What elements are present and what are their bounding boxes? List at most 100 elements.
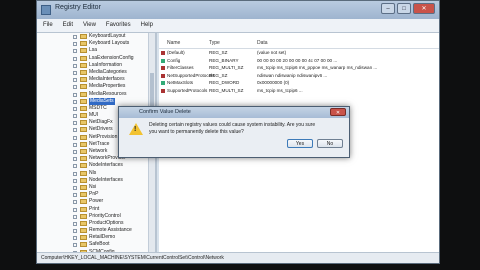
string-value-icon [161,73,165,78]
tree-item[interactable]: LsaExtensionConfig [37,55,155,62]
tree-item-label: Power [89,198,104,205]
tree-item[interactable]: LsaInformation [37,62,155,69]
tree-item[interactable]: Remote Assistance [37,227,155,234]
expand-icon[interactable] [73,128,77,133]
dialog-title: Confirm Value Delete [139,109,191,115]
tree-item[interactable]: MediaSets [37,97,155,105]
tree-item[interactable]: MediaCategories [37,69,155,76]
expand-icon[interactable] [73,121,77,126]
tree-item[interactable]: Keyboard Layouts [37,40,155,47]
value-row[interactable]: FilterClasses REG_MULTI_SZ ms_tcpip ms_tcp… [159,64,439,72]
expand-icon[interactable] [73,178,77,183]
dialog-close-button[interactable]: ✕ [330,108,346,116]
close-button[interactable]: ✕ [413,3,435,14]
tree-item[interactable]: Nls [37,170,155,177]
binary-value-icon [161,58,165,63]
menu-help[interactable]: Help [141,19,153,32]
value-row[interactable]: NetMaxSlots REG_DWORD 0x00000000 (0) [159,79,439,87]
menu-file[interactable]: File [43,19,53,32]
tree-item[interactable]: MediaResources [37,91,155,98]
expand-icon[interactable] [73,150,77,154]
expand-icon[interactable] [73,114,77,119]
value-type: REG_SZ [209,50,228,55]
expand-icon[interactable] [73,92,77,97]
value-row[interactable]: (Default) REG_SZ (value not set) [159,49,439,57]
column-name-header[interactable]: Name [167,39,180,48]
expand-icon[interactable] [73,56,77,61]
expand-icon[interactable] [73,229,77,234]
menu-edit[interactable]: Edit [63,19,73,32]
tree-item[interactable]: MediaProperties [37,83,155,90]
tree-item[interactable]: PriorityControl [37,213,155,220]
expand-icon[interactable] [73,185,77,190]
tree-item[interactable]: KeyboardLayout [37,33,155,40]
tree-item[interactable]: Lsa [37,47,155,54]
expand-icon[interactable] [73,171,77,176]
tree-item[interactable]: Nsi [37,184,155,191]
expand-icon[interactable] [73,243,77,248]
expand-icon[interactable] [73,106,77,111]
tree-item[interactable]: ProductOptions [37,220,155,227]
expand-icon[interactable] [73,63,77,68]
tree-item-label: RetailDemo [89,234,116,241]
expand-icon[interactable] [73,85,77,90]
expand-icon[interactable] [73,164,77,169]
expand-icon[interactable] [73,236,77,241]
string-value-icon [161,88,165,93]
maximize-button[interactable]: □ [397,3,411,14]
tree-item[interactable]: NodeInterfaces [37,177,155,184]
expand-icon[interactable] [73,214,77,219]
title-bar[interactable]: Registry Editor – □ ✕ [37,1,439,19]
tree-item-label: NetDiagFx [89,119,113,126]
tree-item[interactable]: Power [37,198,155,205]
expand-icon[interactable] [73,207,77,212]
expand-icon[interactable] [73,135,77,140]
expand-icon[interactable] [73,221,77,226]
tree-item[interactable]: RetailDemo [37,234,155,241]
warning-exclamation-icon: ! [134,126,137,133]
expand-icon[interactable] [73,142,77,147]
minimize-button[interactable]: – [381,3,395,14]
value-type: REG_BINARY [209,57,239,63]
folder-icon [80,105,87,111]
string-value-icon [161,51,165,55]
tree-item-label: ProductOptions [89,219,124,226]
menu-favorites[interactable]: Favorites [106,19,131,32]
value-row[interactable]: NetSupportedProtocols REG_SZ ndiswan ndisw… [159,72,439,80]
expand-icon[interactable] [73,99,77,104]
value-name: (Default) [167,50,185,55]
folder-icon [80,84,87,90]
tree-item[interactable]: NodeInterfaces [37,162,155,169]
tree-item[interactable]: PnP [37,191,155,198]
expand-icon[interactable] [73,78,77,83]
expand-icon[interactable] [73,49,77,54]
value-row[interactable]: Config REG_BINARY 00 00 00 00 20 00 00 00 … [159,57,439,65]
tree-item-label: MUI [89,112,99,119]
tree-item-label: LsaExtensionConfig [89,54,134,61]
yes-button[interactable]: Yes [287,139,313,148]
tree-item-label: SafeBoot [89,241,110,248]
folder-icon [80,127,87,133]
column-data-header[interactable]: Data [257,39,439,48]
expand-icon[interactable] [73,193,77,198]
tree-item[interactable]: SafeBoot [37,241,155,248]
tree-item-label: MSDTC [89,104,107,111]
menu-view[interactable]: View [83,19,96,32]
value-data: ms_tcpip ms_tcpip6 ... [257,87,303,93]
folder-icon [80,206,87,212]
value-name: Config [167,57,181,63]
expand-icon[interactable] [73,70,77,75]
tree-item-label: Keyboard Layouts [89,40,130,47]
folder-icon [80,141,87,147]
expand-icon[interactable] [73,200,77,205]
folder-icon [80,62,87,68]
column-type-header[interactable]: Type [209,39,220,48]
no-button[interactable]: No [317,139,343,148]
expand-icon[interactable] [73,42,77,47]
expand-icon[interactable] [73,35,77,39]
value-row[interactable]: SupportedProtocols REG_MULTI_SZ ms_tcpip m… [159,87,439,95]
tree-item[interactable]: Print [37,206,155,213]
dialog-title-bar[interactable]: Confirm Value Delete ✕ [119,107,349,118]
expand-icon[interactable] [73,157,77,162]
tree-item[interactable]: MediaInterfaces [37,76,155,83]
